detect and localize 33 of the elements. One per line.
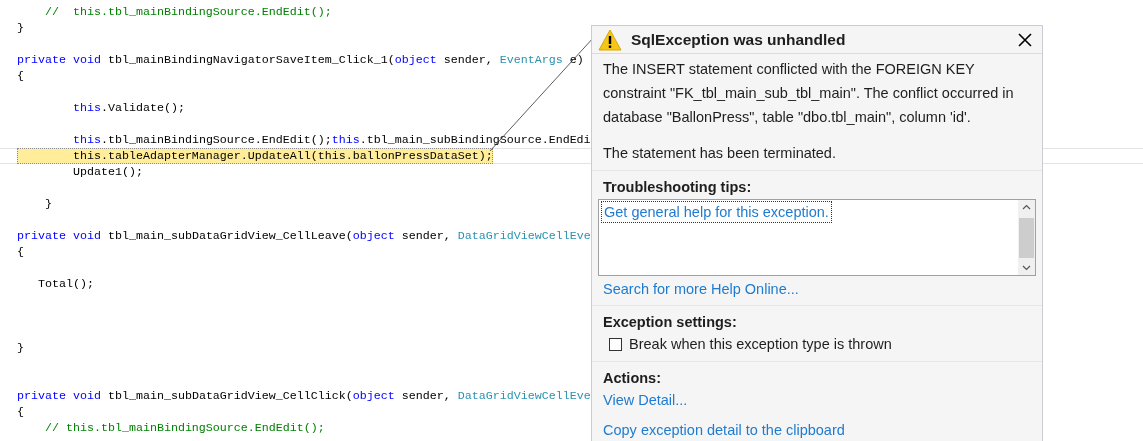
popup-title: SqlException was unhandled bbox=[631, 30, 847, 49]
scroll-up-icon[interactable] bbox=[1022, 204, 1031, 210]
code-line: this.tbl_mainBindingSource.EndEdit();this.tbl_main_subBindingSource.EndEdi bbox=[71, 132, 591, 148]
code-line: Update1(); bbox=[71, 164, 143, 180]
scrollbar[interactable] bbox=[1018, 200, 1035, 275]
action-link[interactable]: View Detail... bbox=[603, 390, 688, 410]
error-message: The statement has been terminated. bbox=[603, 144, 837, 163]
close-icon bbox=[1018, 32, 1032, 47]
section-heading: Exception settings: bbox=[603, 313, 738, 332]
action-link[interactable]: Copy exception detail to the clipboard bbox=[603, 420, 845, 440]
checkbox[interactable] bbox=[609, 337, 622, 351]
code-line: { bbox=[17, 244, 24, 260]
code-line: } bbox=[17, 20, 24, 36]
code-line: // this.tbl_mainBindingSource.EndEdit(); bbox=[43, 420, 325, 436]
code-line: // this.tbl_mainBindingSource.EndEdit(); bbox=[43, 4, 332, 20]
scroll-down-icon[interactable] bbox=[1022, 265, 1031, 271]
help-online-link[interactable]: Search for more Help Online... bbox=[603, 279, 799, 299]
error-message: The INSERT statement conflicted with the FOREIGN KEY constraint "FK_tbl_main_sub_tbl_main". The conflict occurred in database "BallonPress", table "dbo.tbl_main", column 'id'. bbox=[603, 60, 1015, 127]
code-line: private void tbl_main_subDataGridView_CellClick(object sender, DataGridViewCellEve bbox=[17, 388, 591, 404]
section-heading: Actions: bbox=[603, 369, 662, 388]
code-line: this.Validate(); bbox=[71, 100, 185, 116]
code-line: { bbox=[17, 404, 24, 420]
checkbox-label: Break when this exception type is thrown bbox=[629, 335, 892, 354]
section-heading: Troubleshooting tips: bbox=[603, 178, 753, 197]
code-line: private void tbl_mainBindingNavigatorSaveItem_Click_1(object sender, EventArgs e) bbox=[17, 52, 584, 68]
warning-icon bbox=[598, 28, 622, 51]
code-line: } bbox=[17, 340, 24, 356]
code-line: { bbox=[17, 68, 24, 84]
code-line: Total(); bbox=[37, 276, 94, 292]
close-button[interactable] bbox=[1016, 30, 1034, 49]
code-line: } bbox=[43, 196, 52, 212]
code-line: private void tbl_main_subDataGridView_CellLeave(object sender, DataGridViewCellEve bbox=[17, 228, 591, 244]
help-link[interactable]: Get general help for this exception. bbox=[601, 201, 832, 223]
